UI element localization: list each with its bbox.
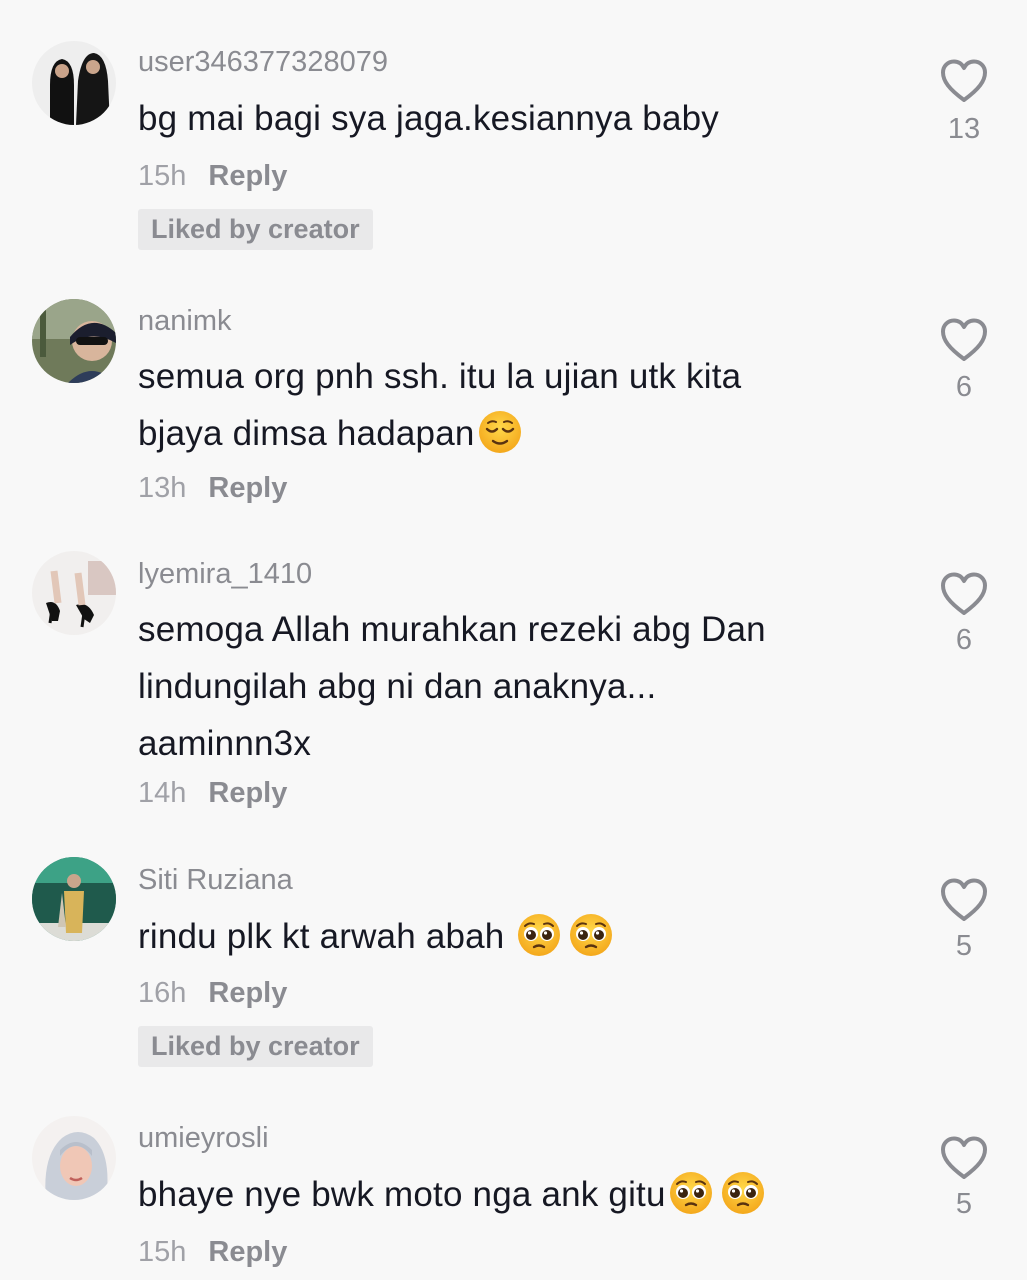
reply-button[interactable]: Reply bbox=[208, 1236, 287, 1268]
like-count: 5 bbox=[955, 1188, 973, 1220]
comment-text-line: bhaye nye bwk moto nga ank gitu bbox=[138, 1175, 666, 1214]
comment-time: 15h bbox=[138, 1236, 187, 1268]
comment-text: semoga Allah murahkan rezeki abg Dan lin… bbox=[138, 601, 858, 772]
comment-username[interactable]: lyemira_1410 bbox=[138, 557, 312, 591]
comment-meta: 15h Reply bbox=[138, 159, 287, 193]
avatar[interactable] bbox=[32, 1116, 116, 1200]
avatar[interactable] bbox=[32, 41, 116, 125]
heart-outline-icon[interactable] bbox=[939, 877, 989, 923]
reply-button[interactable]: Reply bbox=[208, 472, 287, 504]
comment-meta: 14h Reply bbox=[138, 776, 287, 810]
comment-text-line: bg mai bagi sya jaga.kesiannya baby bbox=[138, 99, 719, 138]
pleading-face-emoji bbox=[720, 1170, 766, 1233]
comment-time: 14h bbox=[138, 777, 187, 809]
liked-by-creator-badge: Liked by creator bbox=[138, 209, 373, 250]
comment-username[interactable]: umieyrosli bbox=[138, 1121, 269, 1155]
comment-meta: 13h Reply bbox=[138, 471, 287, 505]
comment-time: 16h bbox=[138, 977, 187, 1009]
reply-button[interactable]: Reply bbox=[208, 160, 287, 192]
comment-text: bg mai bagi sya jaga.kesiannya baby bbox=[138, 90, 858, 147]
like-count: 5 bbox=[955, 930, 973, 962]
comment-text-line-wrap: bjaya dimsa hadapan bbox=[138, 405, 858, 472]
comment-username[interactable]: user346377328079 bbox=[138, 45, 388, 79]
comment-text-line: lindungilah abg ni dan anaknya... bbox=[138, 667, 657, 706]
avatar[interactable] bbox=[32, 299, 116, 383]
comment-text-line: semoga Allah murahkan rezeki abg Dan bbox=[138, 610, 766, 649]
comment-time: 13h bbox=[138, 472, 187, 504]
comment-text-line: rindu plk kt arwah abah bbox=[138, 917, 515, 956]
comment-text: rindu plk kt arwah abah bbox=[138, 908, 858, 975]
pleading-face-emoji bbox=[516, 912, 562, 975]
comment-text-line: bjaya dimsa hadapan bbox=[138, 414, 475, 453]
comment-time: 15h bbox=[138, 160, 187, 192]
heart-outline-icon[interactable] bbox=[939, 1135, 989, 1181]
comment-meta: 15h Reply bbox=[138, 1235, 287, 1269]
like-count: 6 bbox=[955, 624, 973, 656]
comment-meta: 16h Reply bbox=[138, 976, 287, 1010]
comment-text-line: aaminnn3x bbox=[138, 724, 312, 763]
avatar[interactable] bbox=[32, 551, 116, 635]
relieved-face-emoji bbox=[477, 409, 523, 472]
pleading-face-emoji bbox=[568, 912, 614, 975]
comment-text-line: semua org pnh ssh. itu la ujian utk kita bbox=[138, 357, 742, 396]
liked-by-creator-badge: Liked by creator bbox=[138, 1026, 373, 1067]
comment-username[interactable]: nanimk bbox=[138, 304, 232, 338]
comment-text: semua org pnh ssh. itu la ujian utk kita… bbox=[138, 348, 858, 472]
comment-text: bhaye nye bwk moto nga ank gitu bbox=[138, 1166, 858, 1233]
heart-outline-icon[interactable] bbox=[939, 317, 989, 363]
comment-username[interactable]: Siti Ruziana bbox=[138, 863, 293, 897]
reply-button[interactable]: Reply bbox=[208, 977, 287, 1009]
avatar[interactable] bbox=[32, 857, 116, 941]
heart-outline-icon[interactable] bbox=[939, 58, 989, 104]
like-count: 6 bbox=[955, 371, 973, 403]
reply-button[interactable]: Reply bbox=[208, 777, 287, 809]
like-count: 13 bbox=[947, 113, 981, 145]
heart-outline-icon[interactable] bbox=[939, 571, 989, 617]
pleading-face-emoji bbox=[668, 1170, 714, 1233]
